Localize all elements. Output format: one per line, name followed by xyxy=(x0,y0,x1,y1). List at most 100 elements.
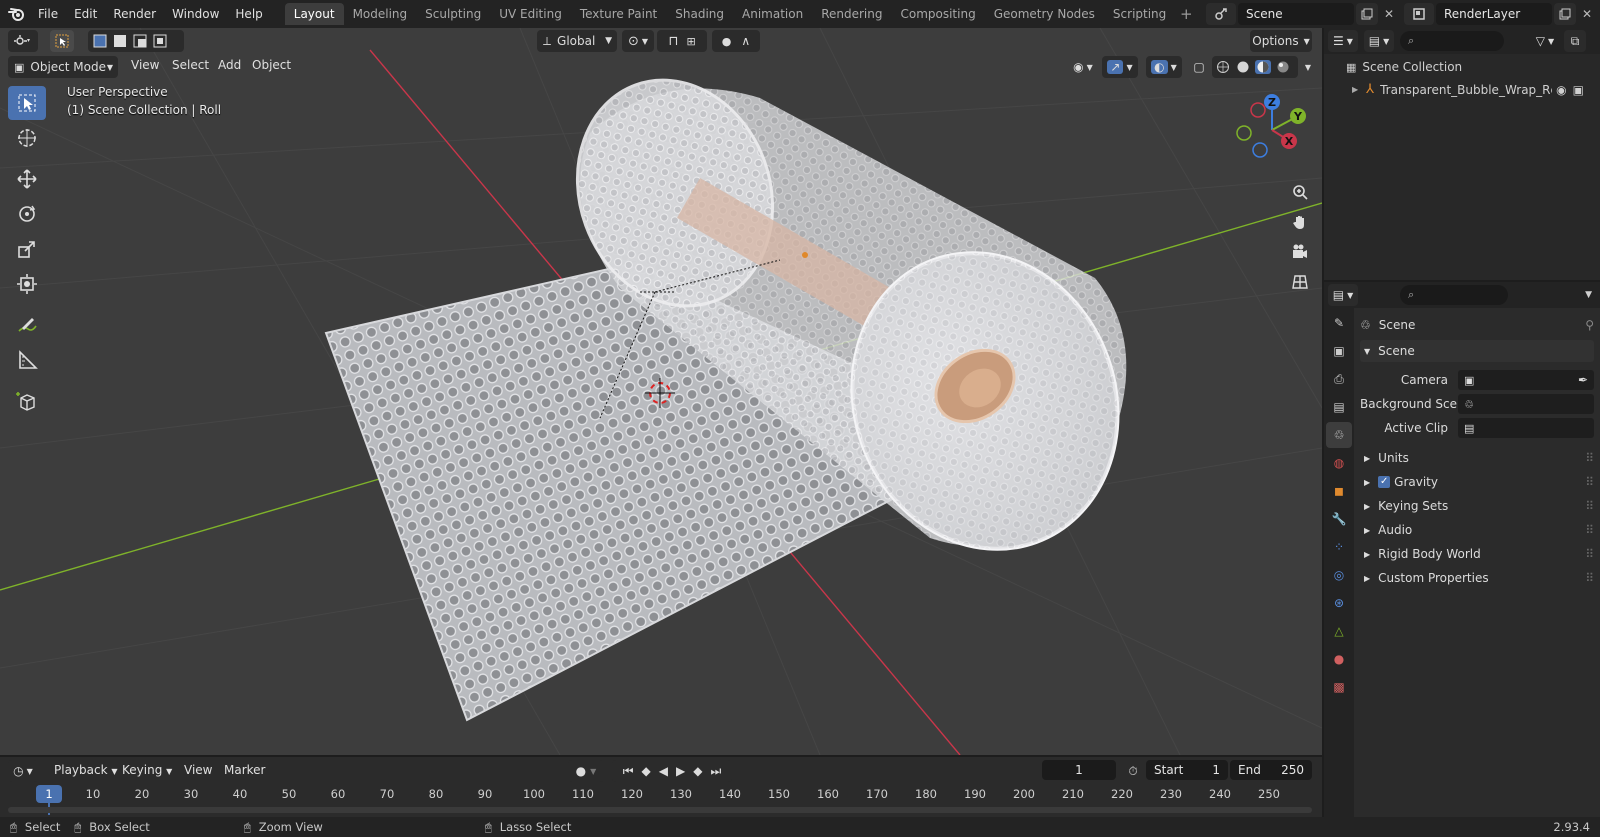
proportional-editing-toggle[interactable]: ● ∧ xyxy=(712,30,760,52)
gravity-subpanel[interactable]: ▶ ✓ Gravity ⠿ xyxy=(1360,471,1594,493)
annotate-tool-icon[interactable] xyxy=(8,308,46,342)
new-collection-icon[interactable]: ⧉ xyxy=(1564,30,1586,52)
view-layer-selector-button[interactable] xyxy=(1404,3,1434,25)
scene-tab-icon[interactable]: ♲ xyxy=(1326,422,1352,448)
preview-range-icon[interactable]: ⏱ xyxy=(1122,760,1144,782)
world-tab-icon[interactable]: ◍ xyxy=(1326,450,1352,476)
scene-collection-row[interactable]: ▦ Scene Collection xyxy=(1346,60,1462,74)
render-tab-icon[interactable]: ▣ xyxy=(1326,338,1352,364)
mode-dropdown[interactable]: ▣ Object Mode ▼ xyxy=(8,56,118,78)
transform-tool-icon[interactable] xyxy=(8,267,46,301)
scale-tool-icon[interactable] xyxy=(8,232,46,266)
blender-logo-icon[interactable] xyxy=(4,1,30,27)
delete-view-layer-icon[interactable]: ✕ xyxy=(1576,3,1598,25)
material-tab-icon[interactable]: ● xyxy=(1326,646,1352,672)
camera-field[interactable]: ▣ ✒ xyxy=(1458,370,1594,390)
menu-help[interactable]: Help xyxy=(227,3,270,25)
rigid-body-world-subpanel[interactable]: ▶ Rigid Body World ⠿ xyxy=(1360,543,1594,565)
object-tab-icon[interactable]: ◼ xyxy=(1326,478,1352,504)
delete-scene-icon[interactable]: ✕ xyxy=(1378,3,1400,25)
tool-tab-icon[interactable]: ✎ xyxy=(1326,310,1352,336)
outliner-editor-type-button[interactable]: ☰ ▼ xyxy=(1328,30,1358,52)
texture-tab-icon[interactable]: ▩ xyxy=(1326,674,1352,700)
jump-start-icon[interactable]: ⏮ xyxy=(623,764,634,779)
navigation-gizmo[interactable]: Z Y X xyxy=(1232,90,1312,170)
timeline-editor-type-button[interactable]: ◷ ▼ xyxy=(8,760,38,782)
zoom-view-icon[interactable] xyxy=(1286,178,1314,206)
perspective-toggle-icon[interactable] xyxy=(1286,268,1314,296)
add-workspace-icon[interactable]: + xyxy=(1175,3,1197,25)
menu-edit[interactable]: Edit xyxy=(66,3,105,25)
tab-uv-editing[interactable]: UV Editing xyxy=(490,3,571,25)
scene-section-header[interactable]: ▼ Scene xyxy=(1360,340,1594,362)
shading-mode-group[interactable] xyxy=(1212,56,1298,78)
view-layer-field[interactable]: RenderLayer xyxy=(1436,3,1552,25)
scene-name-field[interactable]: Scene xyxy=(1238,3,1354,25)
drag-handle-icon[interactable]: ⠿ xyxy=(1585,547,1594,561)
new-scene-icon[interactable] xyxy=(1356,3,1378,25)
timeline-view-menu[interactable]: View xyxy=(176,763,220,777)
menu-render[interactable]: Render xyxy=(105,3,164,25)
drag-handle-icon[interactable]: ⠿ xyxy=(1585,475,1594,489)
timeline-scrollbar[interactable] xyxy=(8,807,1312,813)
scene-selector-button[interactable] xyxy=(1206,3,1236,25)
outliner-item[interactable]: ▶ ⅄ Transparent_Bubble_Wrap_Rc ◉ ▣ xyxy=(1352,82,1592,97)
xray-toggle-icon[interactable]: ▢ xyxy=(1188,56,1210,78)
chevron-down-icon[interactable]: ▼ xyxy=(1585,290,1592,300)
tab-rendering[interactable]: Rendering xyxy=(812,3,891,25)
visibility-dropdown[interactable]: ◉ ▼ xyxy=(1066,56,1100,78)
keying-sets-subpanel[interactable]: ▶ Keying Sets ⠿ xyxy=(1360,495,1594,517)
background-scene-field[interactable]: ♲ xyxy=(1458,394,1594,414)
timeline-ruler[interactable]: 1 10 20 30 40 50 60 70 80 90 100 110 120… xyxy=(0,783,1322,815)
tab-compositing[interactable]: Compositing xyxy=(891,3,984,25)
physics-tab-icon[interactable]: ◎ xyxy=(1326,562,1352,588)
move-tool-icon[interactable] xyxy=(8,162,46,196)
pin-icon[interactable]: ⚲ xyxy=(1585,318,1594,332)
current-frame-field[interactable]: 1 xyxy=(1042,760,1116,780)
outliner-search-input[interactable]: ⌕ xyxy=(1400,31,1504,51)
measure-tool-icon[interactable] xyxy=(8,343,46,377)
drag-handle-icon[interactable]: ⠿ xyxy=(1585,451,1594,465)
auto-keying-toggle[interactable]: ● ▼ xyxy=(568,760,604,782)
add-cube-tool-icon[interactable] xyxy=(8,384,46,418)
particles-tab-icon[interactable]: ⁘ xyxy=(1326,534,1352,560)
menu-file[interactable]: File xyxy=(30,3,66,25)
drag-handle-icon[interactable]: ⠿ xyxy=(1585,523,1594,537)
shading-options-chevron-icon[interactable]: ▼ xyxy=(1300,56,1316,78)
transform-orientation-dropdown[interactable]: ⟂ Global ▼ xyxy=(537,30,617,52)
options-dropdown[interactable]: Options ▼ xyxy=(1250,30,1312,52)
active-clip-field[interactable]: ▤ xyxy=(1458,418,1594,438)
gizmo-toggle[interactable]: ↗ ▼ xyxy=(1102,56,1138,78)
tab-layout[interactable]: Layout xyxy=(284,3,344,25)
expand-arrow-icon[interactable]: ▶ xyxy=(1352,85,1358,94)
camera-icon[interactable]: ▣ xyxy=(1573,83,1584,97)
tab-shading[interactable]: Shading xyxy=(666,3,733,25)
view-layer-tab-icon[interactable]: ▤ xyxy=(1326,394,1352,420)
editor-type-button[interactable] xyxy=(8,30,38,52)
select-tool-mode-icon[interactable] xyxy=(50,30,74,52)
start-frame-field[interactable]: Start 1 xyxy=(1146,760,1228,780)
units-subpanel[interactable]: ▶ Units ⠿ xyxy=(1360,447,1594,469)
properties-editor-type-button[interactable]: ▤ ▼ xyxy=(1328,284,1358,306)
output-tab-icon[interactable]: ⎙ xyxy=(1326,366,1352,392)
prev-keyframe-icon[interactable]: ◆ xyxy=(642,764,651,778)
eye-icon[interactable]: ◉ xyxy=(1556,83,1566,97)
play-reverse-icon[interactable]: ◀ xyxy=(659,764,668,778)
play-icon[interactable]: ▶ xyxy=(676,764,685,778)
camera-view-icon[interactable] xyxy=(1286,238,1314,266)
rotate-tool-icon[interactable] xyxy=(8,197,46,231)
pivot-point-dropdown[interactable]: ⊙ ▼ xyxy=(622,30,654,52)
keying-menu[interactable]: Keying ▼ xyxy=(114,763,180,777)
constraints-tab-icon[interactable]: ⊛ xyxy=(1326,590,1352,616)
menu-view[interactable]: View xyxy=(123,58,167,72)
drag-handle-icon[interactable]: ⠿ xyxy=(1585,571,1594,585)
tab-animation[interactable]: Animation xyxy=(733,3,812,25)
3d-viewport[interactable]: ⟂ Global ▼ ⊙ ▼ ⊓ ⊞ ● ∧ Options ▼ ▣ Object Mo… xyxy=(0,28,1322,755)
next-keyframe-icon[interactable]: ◆ xyxy=(693,764,702,778)
tab-modeling[interactable]: Modeling xyxy=(344,3,417,25)
selection-mode-group[interactable] xyxy=(88,30,184,52)
display-mode-button[interactable]: ▤ ▼ xyxy=(1364,30,1394,52)
end-frame-field[interactable]: End 250 xyxy=(1230,760,1312,780)
filter-icon[interactable]: ▽ ▼ xyxy=(1530,30,1560,52)
tab-sculpting[interactable]: Sculpting xyxy=(416,3,490,25)
